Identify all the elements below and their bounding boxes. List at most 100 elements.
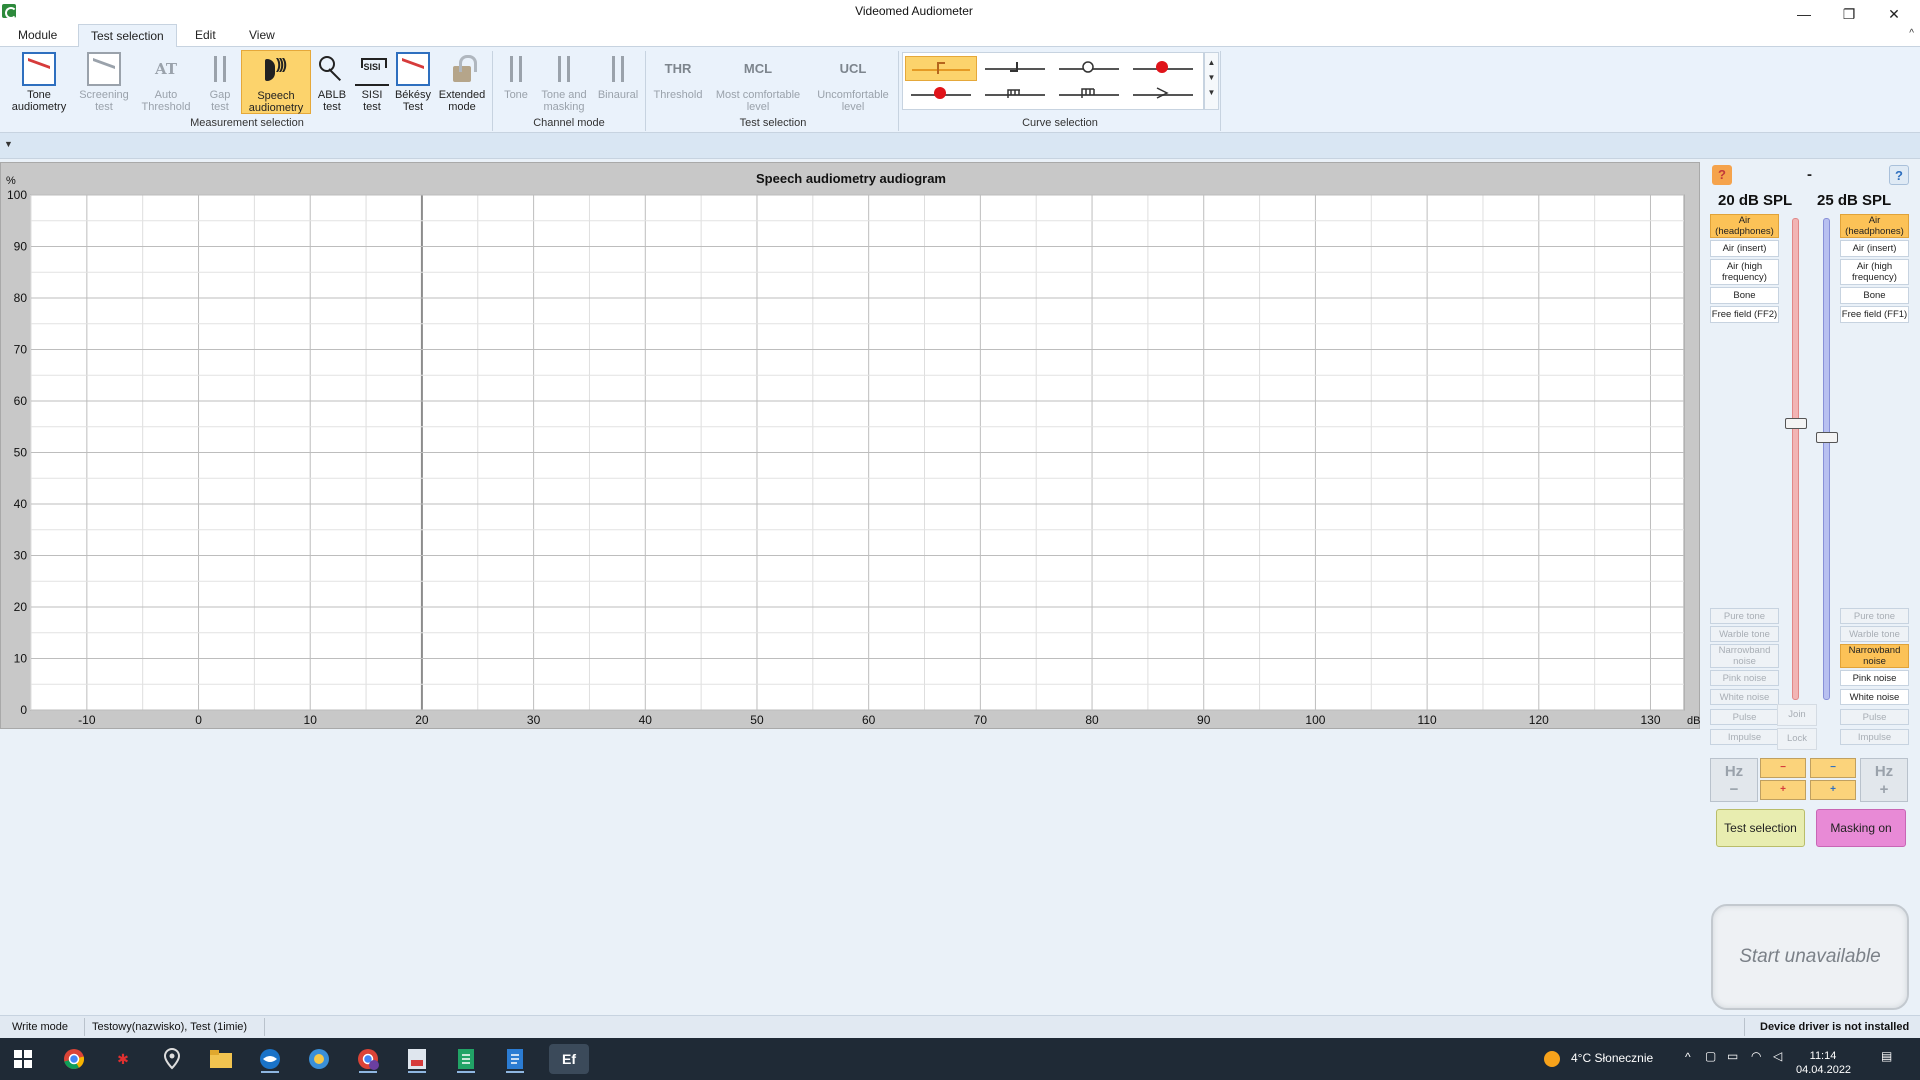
lock-button[interactable]: Lock xyxy=(1777,728,1817,750)
file-explorer-icon[interactable] xyxy=(206,1044,236,1074)
test-selection-button[interactable]: Test selection xyxy=(1716,809,1805,847)
right-pure-tone-button[interactable]: Pure tone xyxy=(1840,608,1909,624)
battery-icon[interactable]: ▭ xyxy=(1727,1049,1738,1063)
tray-device-icon[interactable]: ▢ xyxy=(1705,1049,1716,1063)
y-tick-label: 50 xyxy=(14,446,28,460)
left-air-insert-button[interactable]: Air (insert) xyxy=(1710,240,1779,257)
x-tick-label: 120 xyxy=(1529,713,1549,727)
right-air-headphones-button[interactable]: Air (headphones) xyxy=(1840,214,1909,238)
x-tick-label: 30 xyxy=(527,713,541,727)
left-slider-thumb[interactable] xyxy=(1785,418,1807,429)
curve-circle-open[interactable] xyxy=(1053,56,1125,81)
left-level-slider[interactable] xyxy=(1792,218,1799,700)
gap-test-label: Gap test xyxy=(209,89,231,113)
right-ear-icon[interactable]: ? xyxy=(1889,165,1909,185)
right-pink-noise-button[interactable]: Pink noise xyxy=(1840,670,1909,686)
gallery-more-icon[interactable]: ▼ xyxy=(1205,83,1218,102)
hz-increase-button[interactable]: Hz + xyxy=(1860,758,1908,802)
curve-comb-2[interactable] xyxy=(1053,82,1125,107)
curve-dot-red[interactable] xyxy=(905,82,977,107)
spreadsheet-icon[interactable] xyxy=(451,1044,481,1074)
right-impulse-button[interactable]: Impulse xyxy=(1840,729,1909,745)
chrome-icon[interactable] xyxy=(59,1044,89,1074)
right-pulse-button[interactable]: Pulse xyxy=(1840,709,1909,725)
right-air-high-frequency-button[interactable]: Air (high frequency) xyxy=(1840,259,1909,285)
screening-test-button[interactable]: Screening test xyxy=(74,50,134,114)
right-db-decrease-button[interactable]: − xyxy=(1810,758,1856,778)
gap-test-button[interactable]: Gap test xyxy=(200,50,240,114)
start-button[interactable]: Start unavailable xyxy=(1711,904,1909,1010)
left-pink-noise-button[interactable]: Pink noise xyxy=(1710,670,1779,686)
volume-muted-icon[interactable]: ◁ xyxy=(1773,1049,1782,1063)
left-narrowband-noise-button[interactable]: Narrowband noise xyxy=(1710,644,1779,668)
left-impulse-button[interactable]: Impulse xyxy=(1710,729,1779,745)
clock[interactable]: 11:14 04.04.2022 xyxy=(1796,1049,1851,1077)
left-db-decrease-button[interactable]: − xyxy=(1760,758,1806,778)
left-warble-tone-button[interactable]: Warble tone xyxy=(1710,626,1779,642)
left-ear-icon[interactable]: ? xyxy=(1712,165,1732,185)
speech-audiometry-button[interactable]: Speech audiometry xyxy=(241,50,311,114)
most-comfortable-level-button[interactable]: MCL Most comfortable level xyxy=(708,50,808,114)
curve-gallery-scroll[interactable]: ▲ ▼ ▼ xyxy=(1204,52,1219,110)
document-icon[interactable] xyxy=(500,1044,530,1074)
tab-module[interactable]: Module xyxy=(6,24,69,47)
right-air-insert-button[interactable]: Air (insert) xyxy=(1840,240,1909,257)
curve-bracket-right[interactable] xyxy=(979,56,1051,81)
left-air-high-frequency-button[interactable]: Air (high frequency) xyxy=(1710,259,1779,285)
curve-circle-filled[interactable] xyxy=(1127,56,1199,81)
mail-icon[interactable] xyxy=(255,1044,285,1074)
document-viewer-icon[interactable] xyxy=(402,1044,432,1074)
weather-app-icon[interactable] xyxy=(304,1044,334,1074)
left-bone-button[interactable]: Bone xyxy=(1710,287,1779,304)
hz-decrease-button[interactable]: Hz − xyxy=(1710,758,1758,802)
ablb-test-button[interactable]: ABLB test xyxy=(312,50,352,114)
channel-tone-button[interactable]: Tone xyxy=(496,50,536,114)
maps-icon[interactable] xyxy=(157,1044,187,1074)
tone-and-masking-button[interactable]: Tone and masking xyxy=(536,50,592,114)
right-warble-tone-button[interactable]: Warble tone xyxy=(1840,626,1909,642)
sisi-test-button[interactable]: SISI SISI test xyxy=(353,50,391,114)
right-white-noise-button[interactable]: White noise xyxy=(1840,689,1909,705)
right-db-increase-button[interactable]: + xyxy=(1810,780,1856,800)
curve-bracket-red[interactable] xyxy=(905,56,977,81)
auto-threshold-button[interactable]: AT Auto Threshold xyxy=(134,50,198,114)
left-pulse-button[interactable]: Pulse xyxy=(1710,709,1779,725)
ribbon-collapse-icon[interactable]: ^ xyxy=(1909,28,1914,39)
extended-mode-button[interactable]: Extended mode xyxy=(434,50,490,114)
tab-edit[interactable]: Edit xyxy=(183,24,228,47)
audiometer-taskbar-icon[interactable]: Ef xyxy=(549,1044,589,1074)
left-air-headphones-button[interactable]: Air (headphones) xyxy=(1710,214,1779,238)
uncomfortable-level-button[interactable]: UCL Uncomfortable level xyxy=(808,50,898,114)
right-free-field-button[interactable]: Free field (FF1) xyxy=(1840,306,1909,323)
bekesy-test-button[interactable]: Békésy Test xyxy=(392,50,434,114)
tab-view[interactable]: View xyxy=(237,24,287,47)
windows-start-icon[interactable] xyxy=(14,1050,32,1068)
left-free-field-button[interactable]: Free field (FF2) xyxy=(1710,306,1779,323)
threshold-button[interactable]: THR Threshold xyxy=(649,50,707,114)
tone-audiometry-button[interactable]: Tone audiometry xyxy=(4,50,74,114)
bug-app-icon[interactable]: ✱ xyxy=(108,1044,138,1074)
join-button[interactable]: Join xyxy=(1777,704,1817,726)
quick-access-dropdown-icon[interactable]: ▼ xyxy=(4,139,13,149)
y-tick-label: 40 xyxy=(14,497,28,511)
wifi-icon[interactable]: ◠ xyxy=(1751,1049,1761,1063)
curve-comb[interactable] xyxy=(979,82,1051,107)
left-white-noise-button[interactable]: White noise xyxy=(1710,689,1779,705)
binaural-button[interactable]: Binaural xyxy=(593,50,643,114)
chrome-profile-icon[interactable] xyxy=(353,1044,383,1074)
right-narrowband-noise-button[interactable]: Narrowband noise xyxy=(1840,644,1909,668)
right-slider-thumb[interactable] xyxy=(1816,432,1838,443)
right-bone-button[interactable]: Bone xyxy=(1840,287,1909,304)
weather-text[interactable]: 4°C Słonecznie xyxy=(1571,1051,1653,1065)
masking-on-button[interactable]: Masking on xyxy=(1816,809,1906,847)
left-db-increase-button[interactable]: + xyxy=(1760,780,1806,800)
plus-icon: + xyxy=(1879,781,1889,798)
left-pure-tone-button[interactable]: Pure tone xyxy=(1710,608,1779,624)
right-level-slider[interactable] xyxy=(1823,218,1830,700)
x-axis-label: dB xyxy=(1687,715,1700,727)
curve-chevron[interactable] xyxy=(1127,82,1199,107)
tray-chevron-icon[interactable]: ^ xyxy=(1685,1050,1691,1064)
tab-test-selection[interactable]: Test selection xyxy=(78,24,177,48)
x-tick-label: 60 xyxy=(862,713,876,727)
notifications-icon[interactable]: ▤ xyxy=(1881,1049,1892,1063)
